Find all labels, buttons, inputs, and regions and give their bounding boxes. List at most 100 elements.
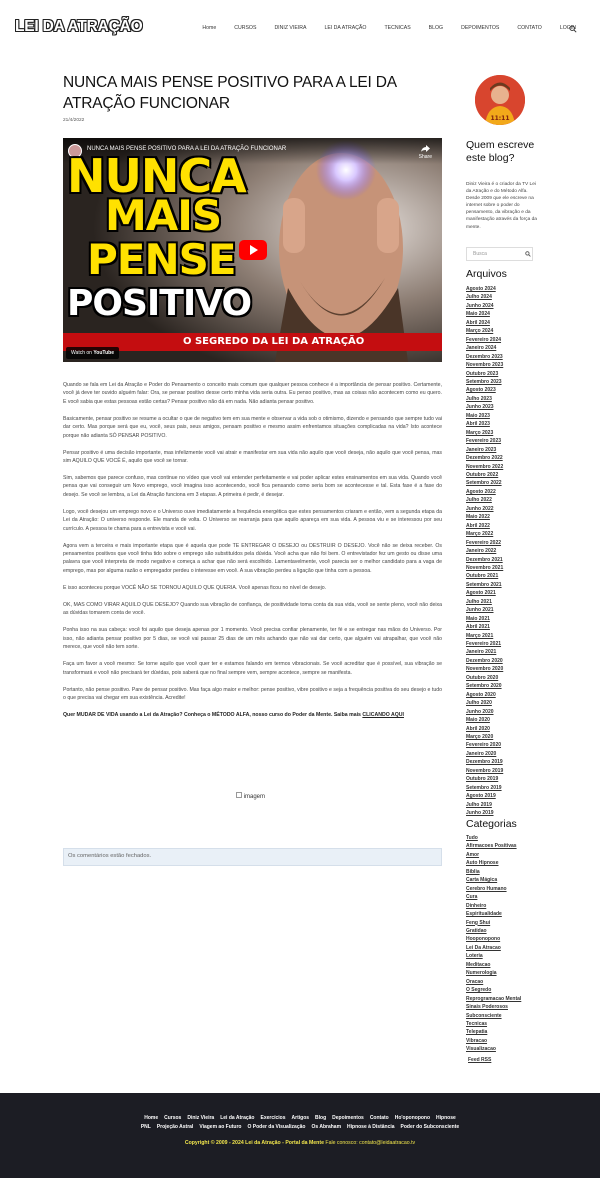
archive-link[interactable]: Dezembro 2020 <box>466 657 503 665</box>
nav-lei-da-atracao[interactable]: LEI DA ATRAÇÃO <box>324 25 366 31</box>
footer-link[interactable]: Diniz Vieira <box>187 1115 214 1121</box>
category-link[interactable]: Tecnicas <box>466 1020 521 1028</box>
youtube-play-button[interactable] <box>239 240 267 260</box>
archive-link[interactable]: Novembro 2021 <box>466 564 503 572</box>
archive-link[interactable]: Julho 2023 <box>466 395 503 403</box>
category-link[interactable]: Amor <box>466 851 521 859</box>
archive-link[interactable]: Julho 2022 <box>466 496 503 504</box>
archive-link[interactable]: Março 2022 <box>466 530 503 538</box>
nav-tecnicas[interactable]: TECNICAS <box>384 25 410 31</box>
sidebar-search-input[interactable]: Busca <box>466 247 533 261</box>
nav-home[interactable]: Home <box>202 25 216 31</box>
footer-link[interactable]: Home <box>144 1115 158 1121</box>
footer-link[interactable]: Projeção Astral <box>157 1124 194 1130</box>
archive-link[interactable]: Abril 2022 <box>466 522 503 530</box>
footer-link[interactable]: Depoimentos <box>332 1115 364 1121</box>
category-link[interactable]: Carta Mágica <box>466 876 521 884</box>
archive-link[interactable]: Outubro 2019 <box>466 775 503 783</box>
archive-link[interactable]: Dezembro 2021 <box>466 556 503 564</box>
category-link[interactable]: Vibracao <box>466 1037 521 1045</box>
archive-link[interactable]: Maio 2021 <box>466 615 503 623</box>
archive-link[interactable]: Junho 2024 <box>466 302 503 310</box>
sidebar-search-icon[interactable] <box>525 251 531 257</box>
archive-link[interactable]: Outubro 2020 <box>466 674 503 682</box>
category-link[interactable]: Afirmacoes Positivas <box>466 842 521 850</box>
category-link[interactable]: Subconsciente <box>466 1012 521 1020</box>
archive-link[interactable]: Abril 2023 <box>466 420 503 428</box>
archive-link[interactable]: Março 2021 <box>466 632 503 640</box>
archive-link[interactable]: Junho 2020 <box>466 708 503 716</box>
archive-link[interactable]: Agosto 2020 <box>466 691 503 699</box>
nav-depoimentos[interactable]: DEPOIMENTOS <box>461 25 499 31</box>
archive-link[interactable]: Novembro 2023 <box>466 361 503 369</box>
archive-link[interactable]: Agosto 2022 <box>466 488 503 496</box>
footer-link[interactable]: PNL <box>141 1124 151 1130</box>
search-icon[interactable] <box>569 25 577 33</box>
site-logo[interactable]: LEI DA ATRAÇÃO <box>15 18 143 36</box>
category-link[interactable]: Sinais Poderosos <box>466 1003 521 1011</box>
archive-link[interactable]: Outubro 2021 <box>466 572 503 580</box>
archive-link[interactable]: Julho 2019 <box>466 801 503 809</box>
footer-link[interactable]: Ho'oponopono <box>395 1115 430 1121</box>
archive-link[interactable]: Fevereiro 2023 <box>466 437 503 445</box>
footer-link[interactable]: Hipnose <box>436 1115 456 1121</box>
footer-link[interactable]: Hipnose à Distância <box>347 1124 395 1130</box>
category-link[interactable]: Loteria <box>466 952 521 960</box>
archive-link[interactable]: Abril 2024 <box>466 319 503 327</box>
footer-link[interactable]: Blog <box>315 1115 326 1121</box>
archive-link[interactable]: Abril 2020 <box>466 725 503 733</box>
archive-link[interactable]: Dezembro 2019 <box>466 758 503 766</box>
archive-link[interactable]: Setembro 2019 <box>466 784 503 792</box>
footer-link[interactable]: Os Abraham <box>311 1124 341 1130</box>
archive-link[interactable]: Fevereiro 2020 <box>466 741 503 749</box>
cta-link[interactable]: CLICANDO AQUI <box>362 712 404 718</box>
nav-blog[interactable]: BLOG <box>429 25 443 31</box>
contact-text[interactable]: Fale conosco: contato@leidaatracao.tv <box>324 1140 415 1146</box>
archive-link[interactable]: Setembro 2020 <box>466 682 503 690</box>
category-link[interactable]: Telepatia <box>466 1028 521 1036</box>
category-link[interactable]: Cerebro Humano <box>466 885 521 893</box>
archive-link[interactable]: Junho 2022 <box>466 505 503 513</box>
category-link[interactable]: Reprogramacao Mental <box>466 995 521 1003</box>
category-link[interactable]: Oracao <box>466 978 521 986</box>
archive-link[interactable]: Junho 2023 <box>466 403 503 411</box>
archive-link[interactable]: Janeiro 2022 <box>466 547 503 555</box>
archive-link[interactable]: Abril 2021 <box>466 623 503 631</box>
archive-link[interactable]: Dezembro 2022 <box>466 454 503 462</box>
archive-link[interactable]: Maio 2024 <box>466 310 503 318</box>
category-link[interactable]: Lei Da Atracao <box>466 944 521 952</box>
archive-link[interactable]: Junho 2021 <box>466 606 503 614</box>
archive-link[interactable]: Julho 2020 <box>466 699 503 707</box>
archive-link[interactable]: Março 2023 <box>466 429 503 437</box>
youtube-video-embed[interactable]: NUNCA MAIS PENSE POSITIVO PARA A LEI DA … <box>63 138 442 362</box>
category-link[interactable]: Meditacao <box>466 961 521 969</box>
archive-link[interactable]: Agosto 2021 <box>466 589 503 597</box>
footer-link[interactable]: Contato <box>370 1115 389 1121</box>
archive-link[interactable]: Janeiro 2021 <box>466 648 503 656</box>
archive-link[interactable]: Novembro 2020 <box>466 665 503 673</box>
watch-on-youtube[interactable]: Watch on YouTube <box>66 347 119 359</box>
archive-link[interactable]: Junho 2019 <box>466 809 503 817</box>
archive-link[interactable]: Janeiro 2024 <box>466 344 503 352</box>
nav-cursos[interactable]: CURSOS <box>234 25 256 31</box>
archive-link[interactable]: Julho 2024 <box>466 293 503 301</box>
archive-link[interactable]: Fevereiro 2024 <box>466 336 503 344</box>
footer-link[interactable]: Lei da Atração <box>220 1115 254 1121</box>
feed-rss-link[interactable]: Feed RSS <box>468 1057 491 1063</box>
category-link[interactable]: Numerologia <box>466 969 521 977</box>
category-link[interactable]: Bíblia <box>466 868 521 876</box>
archive-link[interactable]: Novembro 2022 <box>466 463 503 471</box>
nav-contato[interactable]: CONTATO <box>517 25 542 31</box>
footer-link[interactable]: Artigos <box>292 1115 310 1121</box>
archive-link[interactable]: Agosto 2023 <box>466 386 503 394</box>
archive-link[interactable]: Outubro 2022 <box>466 471 503 479</box>
archive-link[interactable]: Março 2024 <box>466 327 503 335</box>
category-link[interactable]: Hooponopono <box>466 935 521 943</box>
archive-link[interactable]: Novembro 2019 <box>466 767 503 775</box>
category-link[interactable]: O Segredo <box>466 986 521 994</box>
category-link[interactable]: Visualizacao <box>466 1045 521 1053</box>
archive-link[interactable]: Maio 2023 <box>466 412 503 420</box>
footer-link[interactable]: Poder do Subconsciente <box>401 1124 460 1130</box>
category-link[interactable]: Cura <box>466 893 521 901</box>
archive-link[interactable]: Setembro 2022 <box>466 479 503 487</box>
